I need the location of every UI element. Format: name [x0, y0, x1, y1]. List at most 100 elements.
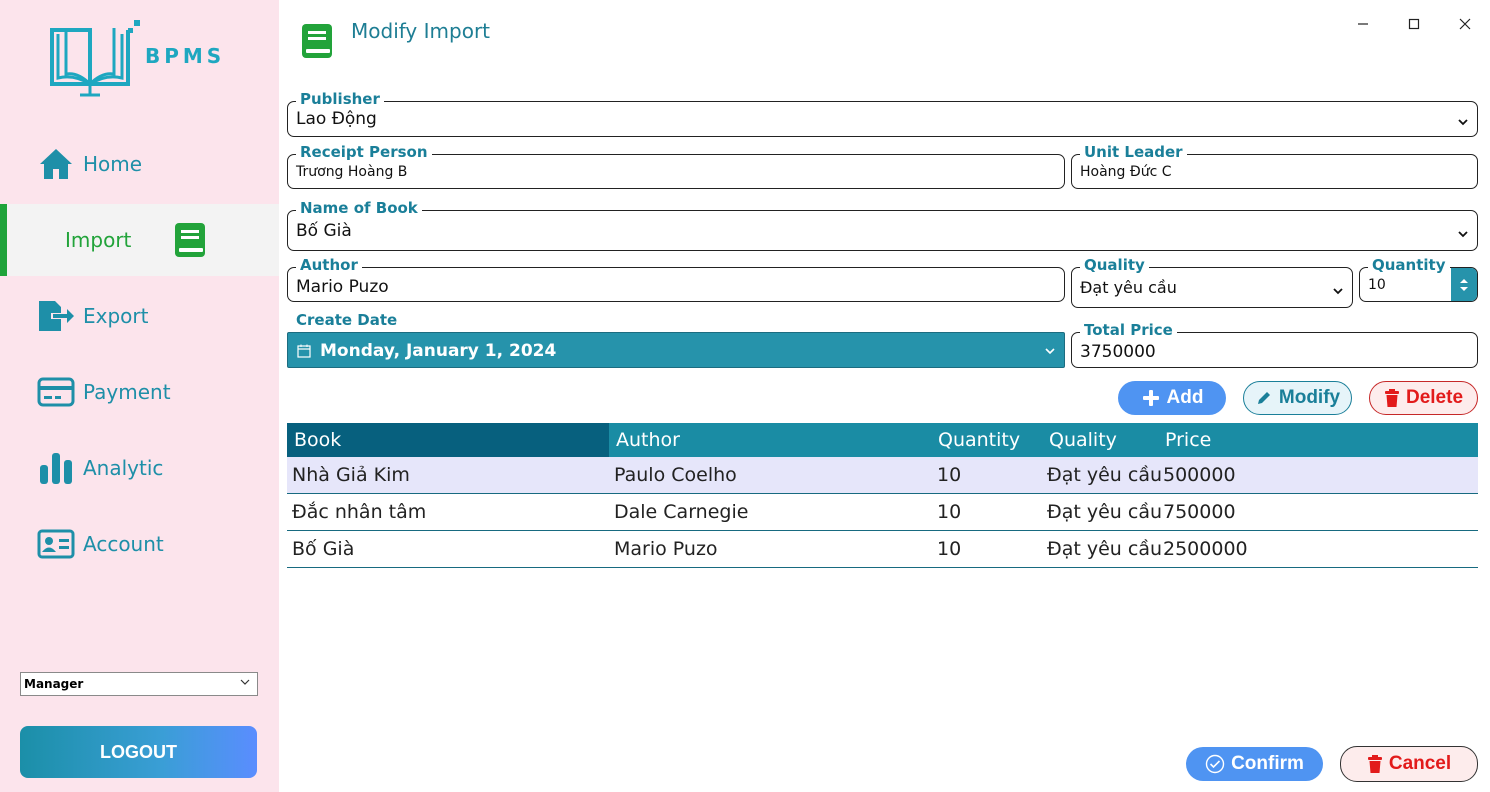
- receipt-person-value: Trương Hoàng B: [296, 164, 408, 180]
- page-title: Modify Import: [351, 19, 491, 43]
- cancel-button[interactable]: Cancel: [1340, 746, 1478, 782]
- cell-price: 500000: [1163, 464, 1236, 486]
- export-icon: [37, 297, 75, 335]
- cell-price: 750000: [1163, 501, 1236, 523]
- home-icon: [37, 145, 75, 183]
- sidebar-item-label: Export: [83, 304, 149, 328]
- table-row[interactable]: Đắc nhân tâm Dale Carnegie 10 Đạt yêu cầ…: [287, 494, 1478, 531]
- table-row[interactable]: Bố Già Mario Puzo 10 Đạt yêu cầu 2500000: [287, 531, 1478, 568]
- sidebar-item-label: Import: [65, 228, 132, 252]
- sidebar-item-label: Account: [83, 532, 164, 556]
- sidebar-item-account[interactable]: Account: [0, 508, 279, 580]
- table-row[interactable]: Nhà Giả Kim Paulo Coelho 10 Đạt yêu cầu …: [287, 457, 1478, 494]
- minimize-icon[interactable]: [1348, 12, 1378, 36]
- table-header: Book Author Quantity Quality Price: [287, 423, 1478, 457]
- column-header-quantity[interactable]: Quantity: [938, 423, 1020, 457]
- id-card-icon: [37, 525, 75, 563]
- sidebar-item-export[interactable]: Export: [0, 280, 279, 352]
- delete-button[interactable]: Delete: [1369, 381, 1478, 415]
- total-price-field[interactable]: Total Price 3750000: [1071, 321, 1478, 368]
- quality-label: Quality: [1080, 256, 1149, 274]
- modify-button[interactable]: Modify: [1243, 381, 1352, 415]
- cell-quality: Đạt yêu cầu: [1047, 464, 1163, 486]
- delete-button-label: Delete: [1405, 387, 1464, 408]
- book-name-label: Name of Book: [296, 199, 422, 217]
- publisher-value: Lao Động: [296, 109, 377, 129]
- author-field[interactable]: Author Mario Puzo: [287, 256, 1065, 302]
- chevron-down-icon: [1044, 342, 1056, 361]
- role-select[interactable]: Manager: [20, 672, 258, 696]
- maximize-icon[interactable]: [1399, 12, 1429, 36]
- cell-author: Paulo Coelho: [614, 464, 737, 486]
- quality-value: Đạt yêu cầu: [1080, 278, 1177, 297]
- author-label: Author: [296, 256, 362, 274]
- column-header-author[interactable]: Author: [616, 423, 680, 457]
- pencil-icon: [1257, 392, 1270, 404]
- sidebar-item-analytic[interactable]: Analytic: [0, 432, 279, 504]
- receipt-person-field[interactable]: Receipt Person Trương Hoàng B: [287, 143, 1065, 189]
- book-icon: [300, 22, 334, 60]
- column-header-book[interactable]: Book: [294, 423, 341, 457]
- cell-quality: Đạt yêu cầu: [1047, 501, 1163, 523]
- column-header-quality[interactable]: Quality: [1049, 423, 1117, 457]
- sidebar: BPMS Home Import Export Payment Analytic…: [0, 0, 279, 792]
- bar-chart-icon: [37, 449, 75, 487]
- book-icon: [171, 221, 209, 259]
- logout-button[interactable]: LOGOUT: [20, 726, 257, 778]
- chevron-down-icon: [1457, 225, 1469, 244]
- unit-leader-label: Unit Leader: [1080, 143, 1187, 161]
- create-date-label: Create Date: [296, 311, 398, 329]
- check-circle-icon: [1205, 754, 1225, 774]
- card-icon: [37, 373, 75, 411]
- cell-book: Đắc nhân tâm: [292, 501, 427, 523]
- cell-price: 2500000: [1163, 538, 1248, 560]
- cell-book: Nhà Giả Kim: [292, 464, 410, 486]
- create-date-value: Monday, January 1, 2024: [320, 341, 557, 361]
- total-price-value: 3750000: [1080, 342, 1156, 362]
- chevron-down-icon: [239, 676, 251, 691]
- total-price-label: Total Price: [1080, 321, 1177, 339]
- cell-quantity: 10: [937, 501, 962, 523]
- trash-icon: [1384, 389, 1399, 407]
- book-name-select[interactable]: Name of Book Bố Già: [287, 199, 1478, 251]
- modify-button-label: Modify: [1278, 387, 1341, 408]
- column-header-price[interactable]: Price: [1165, 423, 1211, 457]
- cell-quantity: 10: [937, 464, 962, 486]
- quantity-label: Quantity: [1368, 256, 1450, 274]
- quality-select[interactable]: Quality Đạt yêu cầu: [1071, 256, 1353, 308]
- stepper-arrows-icon[interactable]: [1451, 268, 1477, 301]
- unit-leader-value: Hoàng Đức C: [1080, 164, 1172, 180]
- role-value: Manager: [24, 677, 84, 691]
- cancel-button-label: Cancel: [1388, 753, 1452, 774]
- sidebar-item-import[interactable]: Import: [0, 204, 279, 276]
- sidebar-item-home[interactable]: Home: [0, 128, 279, 200]
- sidebar-item-label: Analytic: [83, 456, 164, 480]
- unit-leader-field[interactable]: Unit Leader Hoàng Đức C: [1071, 143, 1478, 189]
- chevron-down-icon: [1332, 282, 1344, 301]
- author-value: Mario Puzo: [296, 277, 389, 297]
- confirm-button-label: Confirm: [1231, 753, 1304, 774]
- chevron-down-icon: [1457, 113, 1469, 132]
- quantity-value: 10: [1368, 277, 1386, 293]
- cell-quantity: 10: [937, 538, 962, 560]
- cell-book: Bố Già: [292, 538, 355, 560]
- add-button[interactable]: Add: [1118, 381, 1226, 415]
- book-name-value: Bố Già: [296, 221, 352, 241]
- trash-icon: [1367, 755, 1382, 773]
- cell-author: Dale Carnegie: [614, 501, 749, 523]
- import-table: Book Author Quantity Quality Price Nhà G…: [287, 423, 1478, 568]
- confirm-button[interactable]: Confirm: [1186, 747, 1323, 781]
- close-icon[interactable]: [1450, 12, 1480, 36]
- sidebar-item-payment[interactable]: Payment: [0, 356, 279, 428]
- book-logo-icon: [50, 20, 140, 97]
- app-window: BPMS Home Import Export Payment Analytic…: [0, 0, 1490, 792]
- cell-quality: Đạt yêu cầu: [1047, 538, 1163, 560]
- calendar-icon: [297, 343, 311, 362]
- sidebar-item-label: Payment: [83, 380, 171, 404]
- cell-author: Mario Puzo: [614, 538, 718, 560]
- add-button-label: Add: [1166, 387, 1204, 408]
- quantity-stepper[interactable]: Quantity 10: [1359, 256, 1478, 302]
- create-date-picker[interactable]: Monday, January 1, 2024: [287, 332, 1065, 368]
- publisher-select[interactable]: Publisher Lao Động: [287, 90, 1478, 137]
- logo-text: BPMS: [145, 44, 226, 68]
